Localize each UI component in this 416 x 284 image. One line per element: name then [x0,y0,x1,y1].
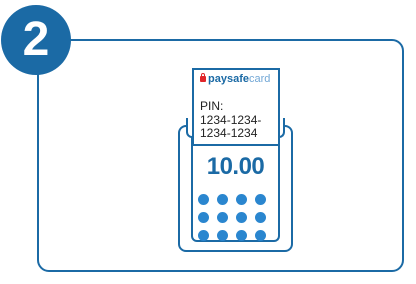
keypad-key [217,212,228,223]
keypad-key [198,194,209,205]
terminal-keypad [198,194,276,241]
keypad-key [236,230,247,241]
pin-value: 1234-1234- 1234-1234 [200,113,262,140]
keypad-key [217,194,228,205]
keypad-key [198,230,209,241]
terminal-amount: 10.00 [206,153,265,180]
keypad-key [255,212,266,223]
step-number-badge: 2 [1,5,71,75]
keypad-key [236,212,247,223]
keypad-key [255,230,266,241]
keypad-key [255,194,266,205]
keypad-key [217,230,228,241]
logo-text-bold: paysafe [208,73,249,85]
keypad-key [236,194,247,205]
keypad-key [198,212,209,223]
lock-icon [200,73,206,82]
logo-text-light: card [248,73,271,85]
paysafecard-logo: paysafecard [200,73,270,85]
pin-label: PIN: [200,99,224,113]
pin-receipt: paysafecard PIN: 1234-1234- 1234-1234 [192,68,280,146]
